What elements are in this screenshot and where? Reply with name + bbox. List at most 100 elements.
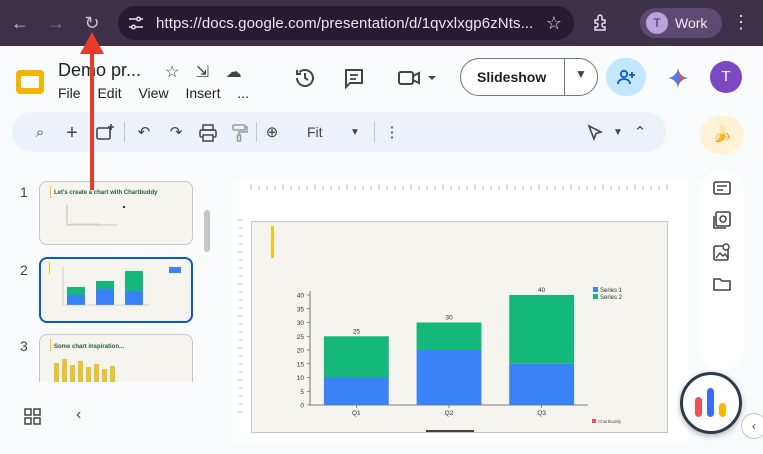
slides-logo-icon[interactable]: [14, 66, 46, 98]
url-text: https://docs.google.com/presentation/d/1…: [156, 15, 534, 32]
bar-total-label: 40: [538, 287, 546, 294]
bar-segment-1: [509, 363, 575, 405]
share-button[interactable]: [606, 58, 646, 96]
banana-addon-button[interactable]: 🍌: [700, 116, 744, 154]
menu-edit[interactable]: Edit: [97, 85, 121, 101]
y-tick-label: 10: [297, 375, 305, 382]
toolbar-divider: [374, 122, 375, 142]
vertical-ruler: [237, 219, 243, 413]
slide-number: 3: [20, 338, 28, 354]
star-icon[interactable]: ☆: [165, 64, 179, 81]
undo-icon[interactable]: ↶: [134, 123, 154, 143]
profile-label: Work: [675, 15, 708, 31]
paint-format-icon[interactable]: [229, 123, 249, 143]
new-slide-icon[interactable]: +: [62, 123, 82, 143]
y-tick-label: 20: [297, 348, 305, 355]
slideshow-options-icon[interactable]: ▼: [575, 67, 587, 81]
select-dropdown-icon[interactable]: ▼: [608, 123, 628, 143]
toolbar-divider: [124, 122, 125, 142]
bar-segment-1: [323, 377, 389, 405]
slide-number: 2: [20, 262, 28, 278]
comments-icon[interactable]: [342, 66, 366, 90]
extensions-icon[interactable]: [590, 12, 612, 34]
canvas-scroll-indicator[interactable]: [426, 430, 474, 432]
y-tick-label: 5: [300, 389, 304, 396]
search-menus-icon[interactable]: ⌕: [30, 123, 50, 143]
thumbnail-accent: [49, 262, 50, 274]
image-search-icon[interactable]: [712, 242, 732, 262]
thumbnail-title: Let's create a chart with Chartbuddy: [54, 190, 158, 196]
version-history-icon[interactable]: [293, 66, 317, 90]
profile-chip[interactable]: T Work: [640, 8, 722, 38]
thumbnail-mini-chart: [66, 205, 126, 226]
back-icon[interactable]: ←: [8, 11, 32, 35]
slide-thumbnail-1[interactable]: Let's create a chart with Chartbuddy: [39, 181, 193, 245]
print-icon[interactable]: [198, 123, 218, 143]
grid-view-icon[interactable]: [24, 408, 42, 426]
collapse-filmstrip-icon[interactable]: ‹: [76, 406, 81, 424]
profile-avatar: T: [646, 12, 668, 34]
bookmark-star-icon[interactable]: ☆: [546, 13, 562, 34]
cloud-saved-icon[interactable]: ☁: [226, 64, 242, 81]
meet-icon[interactable]: [396, 66, 438, 90]
zoom-dropdown-icon[interactable]: ▼: [345, 123, 365, 143]
chartbuddy-fab[interactable]: [680, 372, 742, 434]
thumbnail-accent: [50, 186, 51, 198]
legend-swatch: [593, 287, 598, 292]
thumbnail-legend: [169, 267, 181, 273]
legend-swatch: [593, 294, 598, 299]
slide-thumbnail-2[interactable]: [39, 257, 193, 323]
x-tick-label: Q3: [537, 410, 546, 417]
legend-label: Series 2: [600, 295, 623, 301]
menu-file[interactable]: File: [58, 85, 81, 101]
folder-icon[interactable]: [712, 274, 732, 294]
menu-view[interactable]: View: [138, 85, 168, 101]
y-tick-label: 30: [297, 320, 305, 327]
zoom-select[interactable]: Fit: [307, 124, 323, 140]
menu-insert[interactable]: Insert: [185, 85, 220, 101]
more-options-icon[interactable]: ⋮: [382, 123, 402, 143]
slideshow-button[interactable]: Slideshow ▼: [460, 58, 598, 96]
filmstrip-scrollbar[interactable]: [204, 210, 210, 252]
user-avatar[interactable]: T: [710, 61, 742, 93]
photos-icon[interactable]: [712, 210, 732, 230]
document-title[interactable]: Demo pr...: [58, 60, 141, 81]
bar-segment-2: [323, 336, 389, 378]
thumbnail-title: Some chart inspiration...: [54, 344, 125, 350]
legend-label: Series 1: [600, 288, 623, 294]
browser-menu-icon[interactable]: ⋮: [732, 12, 750, 33]
slide-number: 1: [20, 184, 28, 200]
collapse-toolbar-icon[interactable]: ⌃: [630, 123, 650, 143]
redo-icon[interactable]: ↷: [166, 123, 186, 143]
zoom-icon[interactable]: ⊕: [262, 123, 282, 143]
stacked-bar-chart[interactable]: 0 5 10 15 20 25 30 35 40 25 Q1 30 Q2 40 Q3 Series 1Seri…: [252, 222, 669, 434]
chartbuddy-logo-icon: [695, 388, 726, 417]
select-cursor-icon[interactable]: [585, 123, 605, 143]
y-tick-label: 15: [297, 361, 305, 368]
bar-segment-2: [509, 295, 575, 364]
bar-total-label: 30: [445, 315, 453, 322]
y-tick-label: 35: [297, 306, 305, 313]
gemini-icon[interactable]: [667, 67, 689, 89]
site-settings-icon[interactable]: [126, 13, 146, 33]
menu-more[interactable]: ...: [237, 85, 249, 101]
add-person-icon: [617, 69, 635, 85]
thumbnail-accent: [50, 339, 51, 351]
watermark-icon: [592, 419, 596, 423]
slide-thumbnail-3[interactable]: Some chart inspiration...: [39, 334, 193, 382]
reload-icon[interactable]: ↻: [80, 11, 104, 35]
y-tick-label: 25: [297, 334, 305, 341]
add-slide-layout-icon[interactable]: [95, 123, 115, 143]
forward-icon[interactable]: →: [44, 11, 68, 35]
menu-bar: File Edit View Insert ...: [58, 85, 262, 101]
bar-segment-2: [416, 322, 482, 350]
move-folder-icon[interactable]: ⇲: [196, 64, 209, 81]
bar-segment-1: [416, 350, 482, 405]
slideshow-label: Slideshow: [477, 69, 547, 85]
current-slide[interactable]: 0 5 10 15 20 25 30 35 40 25 Q1 30 Q2 40 Q3 Series 1 Seri…: [251, 221, 668, 433]
expand-side-panel-button[interactable]: ‹: [741, 413, 763, 439]
slide-filmstrip: 1 Let's create a chart with Chartbuddy 2…: [0, 160, 215, 400]
banana-icon: 🍌: [712, 126, 732, 143]
address-bar[interactable]: https://docs.google.com/presentation/d/1…: [118, 6, 574, 40]
calendar-icon[interactable]: [712, 178, 732, 198]
